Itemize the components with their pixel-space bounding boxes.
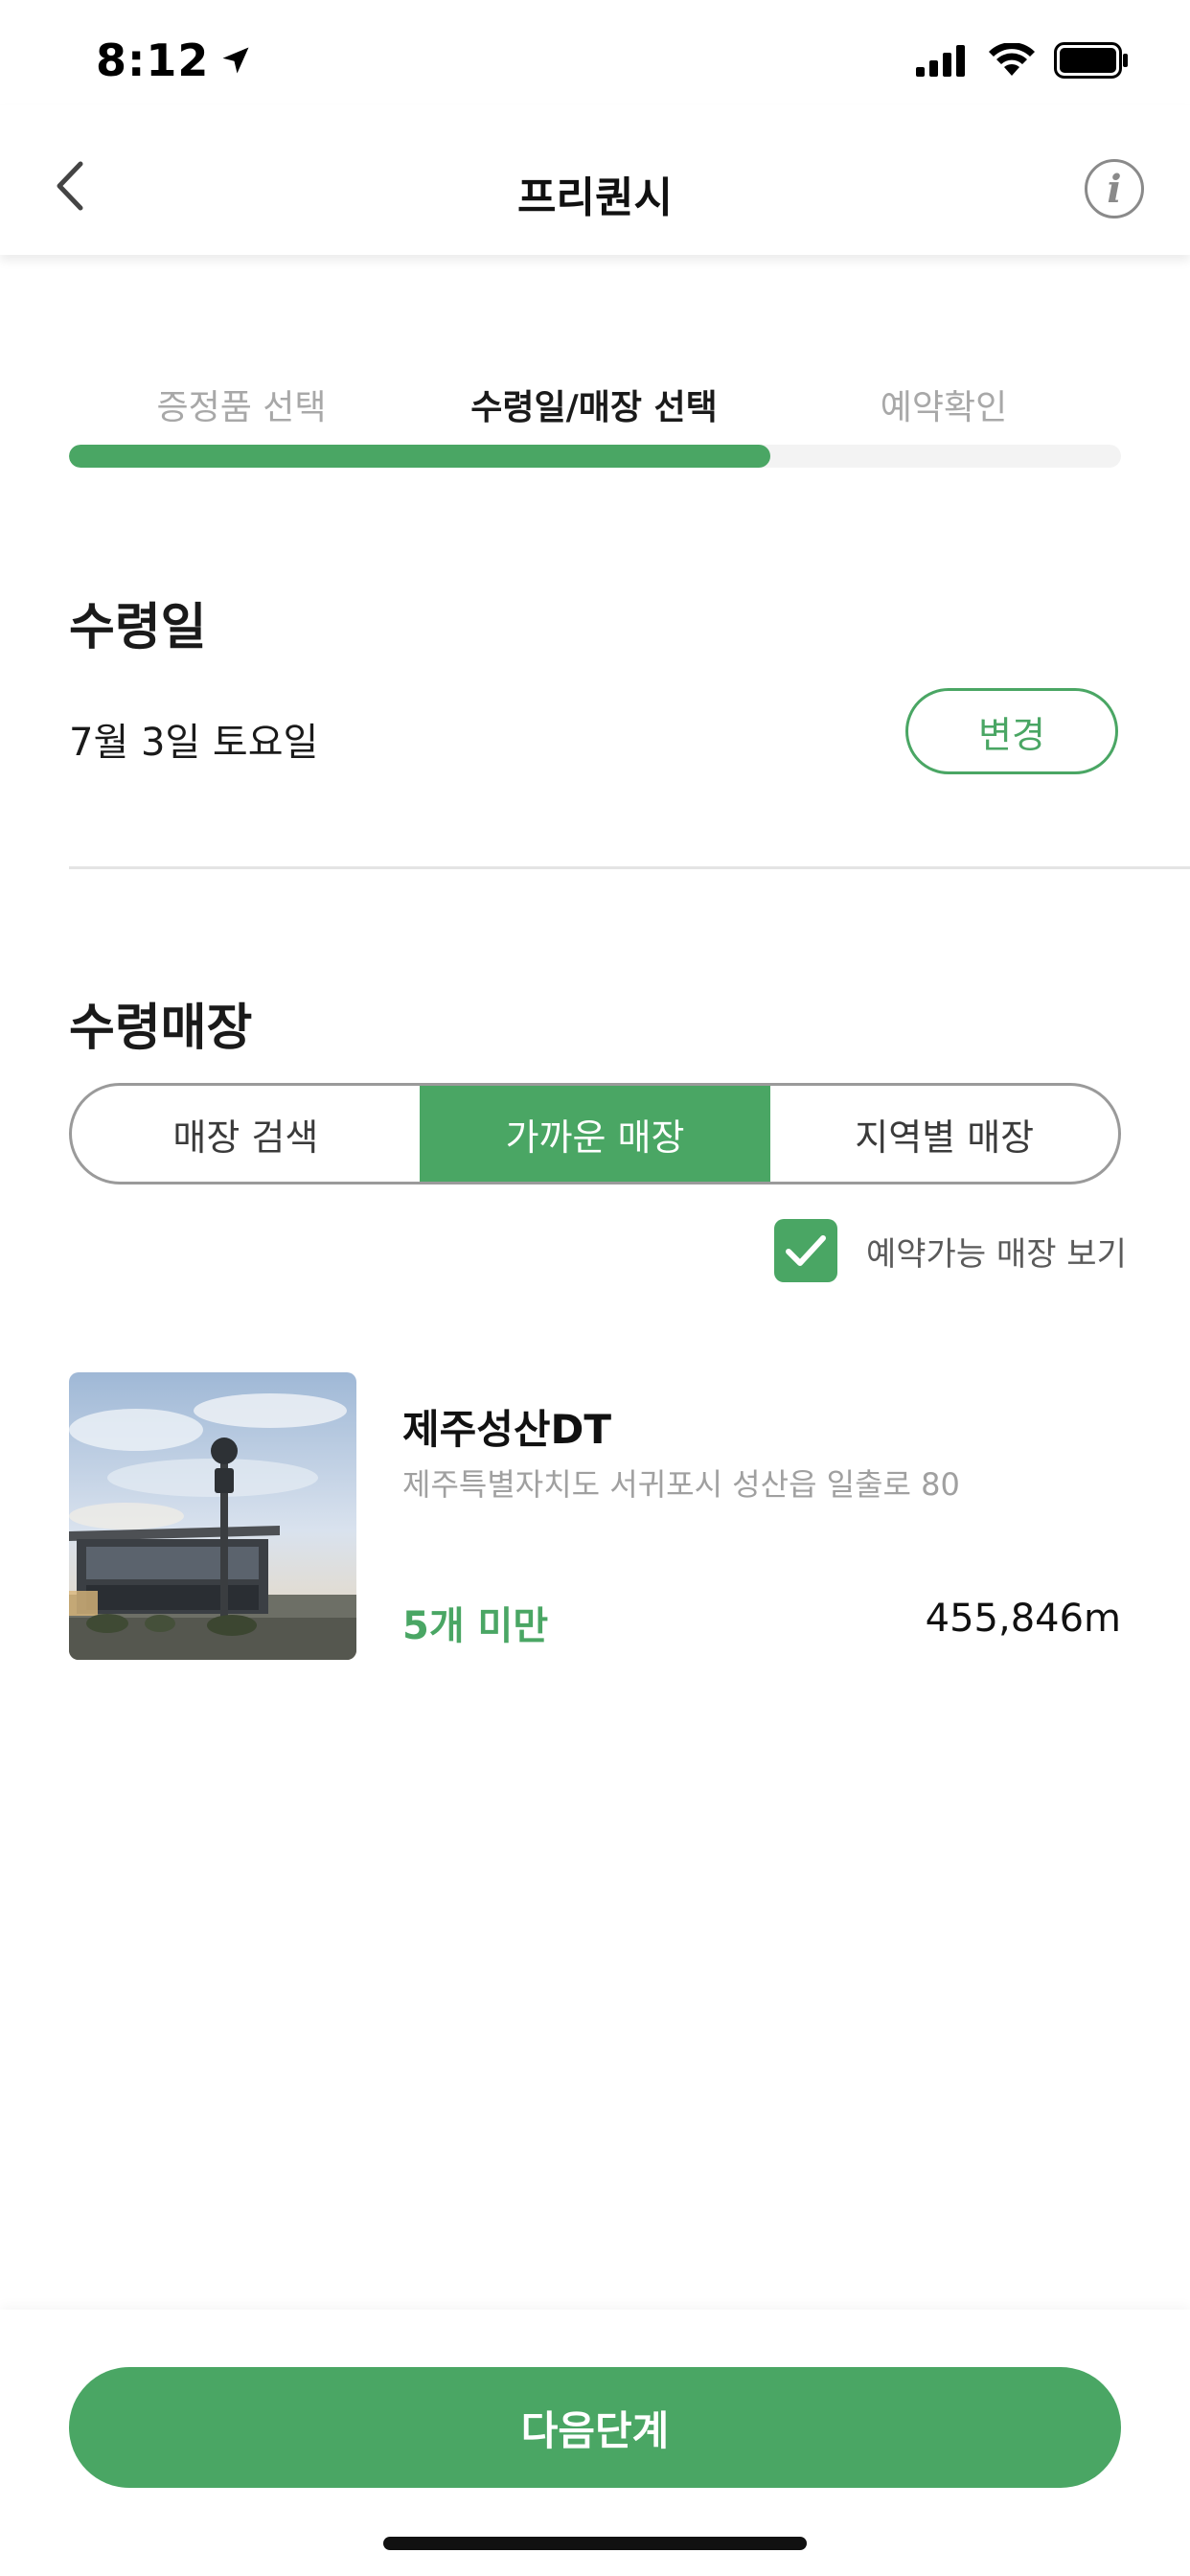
navigation-bar: 프리퀀시 i xyxy=(0,105,1190,255)
pickup-store-title: 수령매장 xyxy=(69,1000,253,1057)
wifi-icon xyxy=(989,43,1035,76)
pickup-date-value: 7월 3일 토요일 xyxy=(69,721,319,765)
store-name: 제주성산DT xyxy=(402,1406,612,1453)
pickup-date-title: 수령일 xyxy=(69,599,207,656)
page-title: 프리퀀시 xyxy=(517,173,673,222)
available-only-label: 예약가능 매장 보기 xyxy=(866,1234,1127,1274)
store-stock-status: 5개 미만 xyxy=(402,1604,549,1648)
section-divider xyxy=(69,866,1190,869)
segment-store-search[interactable]: 매장 검색 xyxy=(72,1086,420,1182)
step-progress-bar xyxy=(69,445,1121,468)
store-photo xyxy=(69,1372,356,1660)
segment-region-store[interactable]: 지역별 매장 xyxy=(770,1086,1118,1182)
info-icon: i xyxy=(1107,166,1122,212)
available-only-toggle[interactable]: 예약가능 매장 보기 xyxy=(774,1219,1127,1282)
home-indicator xyxy=(383,2537,807,2550)
status-bar-time: 8:12 xyxy=(96,34,253,86)
status-bar-indicators xyxy=(916,42,1129,79)
change-date-button[interactable]: 변경 xyxy=(905,688,1118,774)
next-step-button[interactable]: 다음단계 xyxy=(69,2367,1121,2488)
info-button[interactable]: i xyxy=(1085,159,1144,218)
step-select-gift: 증정품 선택 xyxy=(156,388,327,427)
store-filter-segment: 매장 검색 가까운 매장 지역별 매장 xyxy=(69,1083,1121,1184)
checkmark-icon xyxy=(786,1235,826,1266)
store-distance: 455,846m xyxy=(925,1597,1121,1641)
available-only-checkbox[interactable] xyxy=(774,1219,837,1282)
clock-text: 8:12 xyxy=(96,34,210,86)
segment-nearby-store[interactable]: 가까운 매장 xyxy=(419,1086,771,1182)
store-address: 제주특별자치도 서귀포시 성산읍 일출로 80 xyxy=(402,1466,960,1503)
cellular-signal-icon xyxy=(916,45,965,77)
step-select-date-store: 수령일/매장 선택 xyxy=(470,388,718,427)
step-confirm: 예약확인 xyxy=(880,388,1008,427)
step-progress-fill xyxy=(69,445,771,468)
location-arrow-icon xyxy=(222,47,249,74)
store-list-item[interactable]: 제주성산DT 제주특별자치도 서귀포시 성산읍 일출로 80 5개 미만 455… xyxy=(69,1372,1121,1660)
battery-icon xyxy=(1054,42,1128,79)
